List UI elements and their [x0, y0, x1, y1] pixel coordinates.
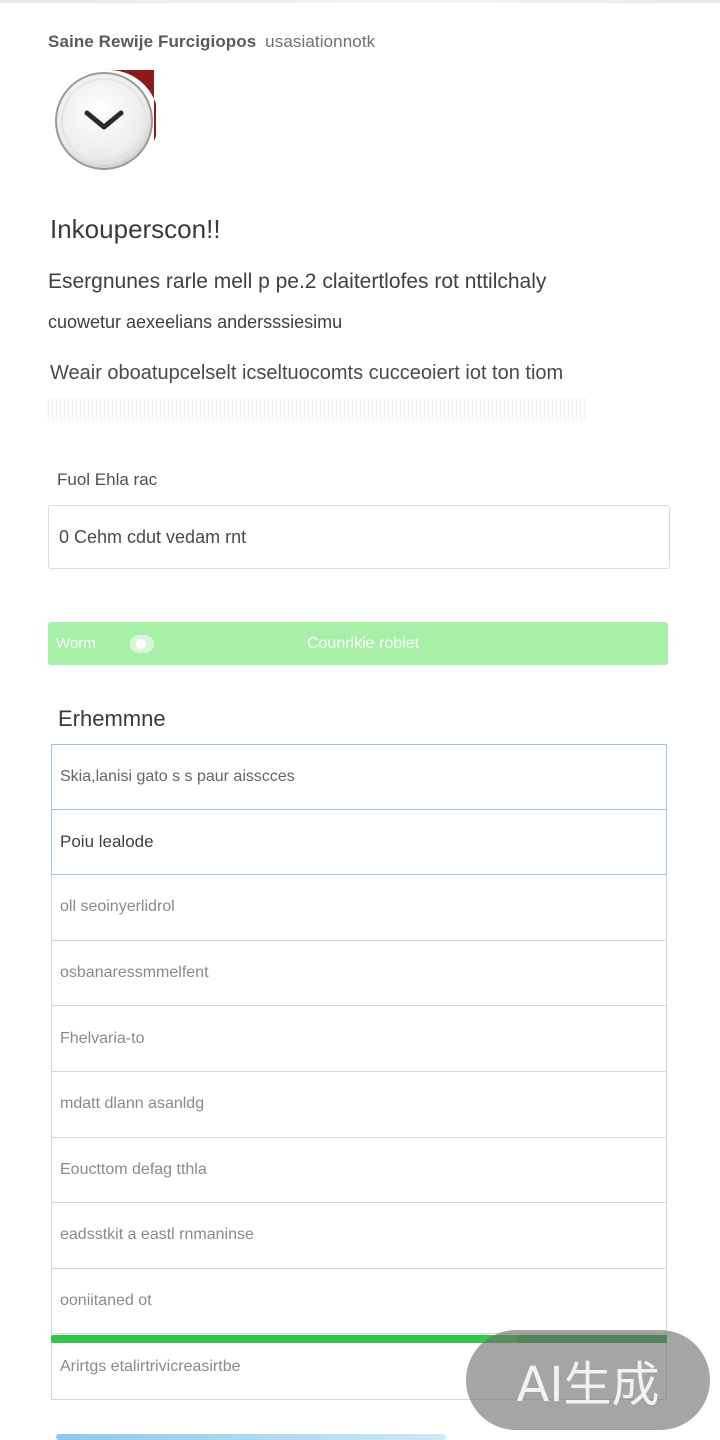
- screen: Saine Rewije Furcigiopos usasiationnotk …: [0, 0, 720, 1440]
- chevron-down-icon: [55, 69, 159, 170]
- list-item[interactable]: eadsstkit a eastl rnmaninse: [51, 1203, 667, 1269]
- list-item[interactable]: Skia,lanisi gato s s paur aisscces: [51, 744, 667, 810]
- intro-description-line-2: cuowetur aexeelians andersssiesimu: [48, 312, 343, 332]
- app-logo: [54, 69, 159, 173]
- field-label: Fuol Ehla rac: [57, 470, 158, 489]
- blurred-text-line: [48, 398, 588, 420]
- page-header: Saine Rewije Furcigiopos usasiationnotk: [48, 32, 375, 52]
- bottom-highlight-line: [56, 1434, 446, 1440]
- action-button-label: Counrlkie roblet: [306, 635, 420, 652]
- action-bar[interactable]: Worm Counrlkie roblet: [48, 622, 668, 665]
- header-title: Saine Rewije Furcigiopos: [48, 32, 257, 51]
- list-item[interactable]: Poiu lealode: [51, 809, 667, 876]
- intro-description-line-1: Esergnunes rarle mell p pe.2 claitertlof…: [48, 270, 547, 293]
- list-item[interactable]: ooniitaned ot: [51, 1268, 667, 1335]
- list-item[interactable]: oll seoinyerlidrol: [51, 875, 667, 941]
- header-subtitle: usasiationnotk: [265, 32, 376, 51]
- top-status-strip: [0, 0, 720, 3]
- section-title: Erhemmne: [58, 706, 166, 731]
- list-item[interactable]: osbanaressmmelfent: [51, 940, 667, 1007]
- note-text: Weair oboatupcelselt icseltuocomts cucce…: [50, 362, 564, 384]
- intro-title: Inkouperscon!!: [50, 214, 221, 244]
- list-item[interactable]: mdatt dlann asanldg: [51, 1071, 667, 1138]
- text-field[interactable]: [48, 505, 670, 569]
- list-item[interactable]: Fhelvaria-to: [51, 1006, 667, 1072]
- watermark-badge: AI生成: [466, 1330, 710, 1430]
- intro-description: Esergnunes rarle mell p pe.2 claitertlof…: [48, 262, 668, 342]
- list-item[interactable]: Eoucttom defag tthla: [51, 1137, 667, 1204]
- option-list: Skia,lanisi gato s s paur aisscces Poiu …: [51, 744, 667, 1400]
